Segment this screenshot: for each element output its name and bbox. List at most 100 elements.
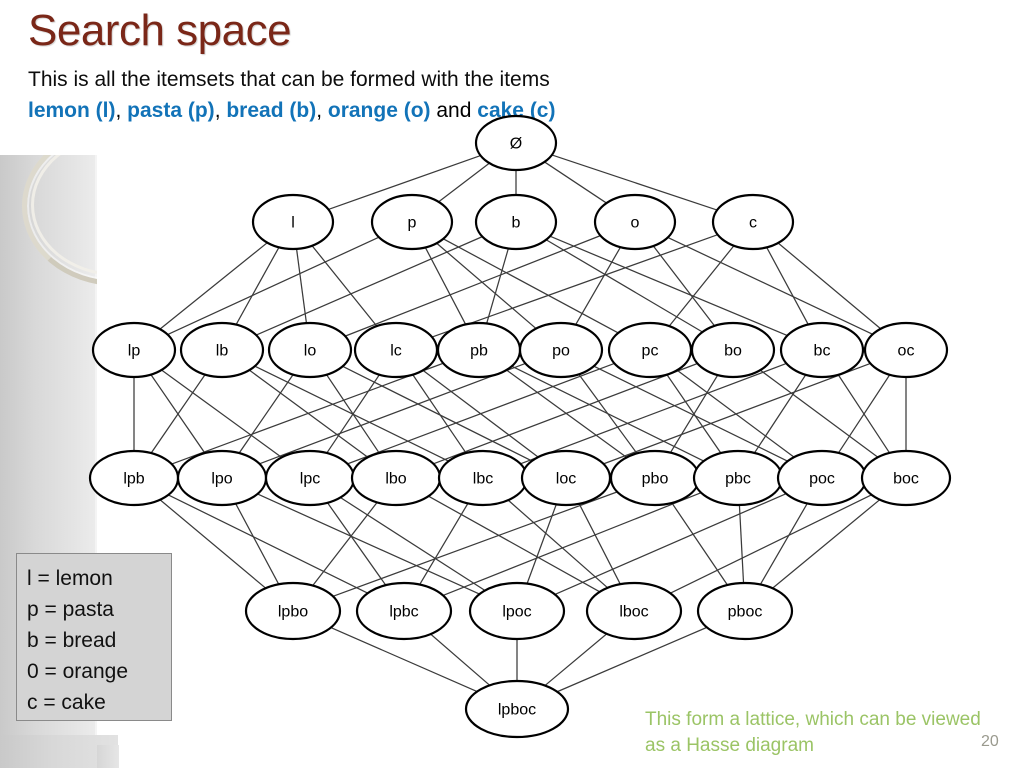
lattice-edge bbox=[257, 493, 480, 595]
node-label: pboc bbox=[728, 604, 763, 621]
footer-note-line-1: This form a lattice, which can be viewed bbox=[645, 709, 981, 730]
lattice-edge bbox=[159, 242, 268, 330]
node-label: lbc bbox=[473, 471, 493, 488]
lattice-edge bbox=[433, 362, 698, 465]
lattice-edge bbox=[254, 365, 449, 462]
node-label: Ø bbox=[510, 136, 522, 153]
lattice-edge bbox=[578, 373, 638, 454]
lattice-edge bbox=[578, 503, 621, 585]
legend-row: p = pasta bbox=[27, 598, 114, 621]
page-number: 20 bbox=[981, 733, 999, 750]
legend-row: c = cake bbox=[27, 691, 106, 714]
lattice-edge bbox=[520, 362, 787, 465]
node-label: l bbox=[291, 215, 295, 232]
lattice-node-lbc: lbc bbox=[437, 449, 529, 507]
lattice-node-oc: oc bbox=[863, 321, 949, 379]
node-label: loc bbox=[556, 471, 576, 488]
lattice-node-lpo: lpo bbox=[176, 449, 268, 507]
node-label: lp bbox=[128, 343, 141, 360]
lattice-edge bbox=[326, 502, 387, 586]
node-label: lpoc bbox=[502, 604, 531, 621]
lattice-edge bbox=[419, 503, 469, 585]
node-label: pc bbox=[642, 343, 659, 360]
legend-row: l = lemon bbox=[27, 567, 113, 590]
node-label: p bbox=[408, 215, 417, 232]
node-label: lpc bbox=[300, 471, 320, 488]
lattice-edge bbox=[167, 236, 380, 336]
lattice-node-empty: Ø bbox=[474, 114, 558, 172]
lattice-edge bbox=[772, 499, 881, 589]
lattice-edge bbox=[442, 238, 619, 334]
lattice-node-pbc: pbc bbox=[692, 449, 784, 507]
footer-note: This form a lattice, which can be viewed… bbox=[645, 707, 1020, 759]
lattice-node-lpc: lpc bbox=[264, 449, 356, 507]
node-label: lb bbox=[216, 343, 229, 360]
node-label: pbo bbox=[642, 471, 669, 488]
lattice-edge bbox=[486, 248, 509, 324]
legend-row: 0 = orange bbox=[27, 660, 129, 683]
node-label: o bbox=[631, 215, 640, 232]
lattice-edge bbox=[347, 362, 615, 465]
lattice-edge bbox=[428, 495, 601, 593]
legend-row: b = bread bbox=[27, 629, 117, 652]
node-label: lbo bbox=[385, 471, 406, 488]
node-label: oc bbox=[898, 343, 915, 360]
node-label: bc bbox=[814, 343, 831, 360]
footer-note-line-2: as a Hasse diagram bbox=[645, 735, 814, 756]
lattice-edge bbox=[554, 493, 787, 596]
lattice-node-lp: lp bbox=[91, 321, 177, 379]
lattice-edge bbox=[549, 235, 788, 337]
lattice-edge bbox=[777, 242, 882, 330]
lattice-edge bbox=[235, 503, 280, 585]
lattice-edge bbox=[332, 491, 618, 597]
lattice-node-lpbc: lpbc bbox=[355, 581, 453, 641]
node-label: lpbc bbox=[389, 604, 418, 621]
lattice-node-pbo: pbo bbox=[609, 449, 701, 507]
lattice-edge bbox=[545, 239, 703, 333]
lattice-edge bbox=[603, 362, 871, 465]
node-label: boc bbox=[893, 471, 919, 488]
lattice-edge bbox=[667, 236, 873, 335]
slide: Search space This is all the itemsets th… bbox=[0, 0, 1024, 768]
node-label: pb bbox=[470, 343, 488, 360]
lattice-edge bbox=[652, 245, 716, 327]
lattice-edge bbox=[168, 494, 369, 594]
lattice-edge bbox=[671, 502, 728, 586]
lattice-node-lpoc: lpoc bbox=[468, 581, 566, 641]
lattice-node-bo: bo bbox=[690, 321, 776, 379]
lattice-edge bbox=[344, 235, 601, 337]
lattice-edge bbox=[668, 245, 735, 327]
node-label: po bbox=[552, 343, 570, 360]
lattice-node-pb: pb bbox=[436, 321, 522, 379]
lattice-edge bbox=[255, 236, 483, 336]
node-label: c bbox=[749, 215, 757, 232]
lattice-edge bbox=[161, 369, 282, 458]
lattice-node-lbo: lbo bbox=[350, 449, 442, 507]
node-label: lboc bbox=[619, 604, 648, 621]
lattice-edge bbox=[259, 362, 526, 465]
lattice-node-bc: bc bbox=[779, 321, 865, 379]
lattice-node-po: po bbox=[518, 321, 604, 379]
lattice-edge bbox=[738, 504, 745, 584]
node-label: poc bbox=[809, 471, 835, 488]
node-label: lc bbox=[390, 343, 402, 360]
node-label: lpboc bbox=[498, 702, 536, 719]
lattice-node-c: c bbox=[711, 193, 795, 251]
lattice-node-lc: lc bbox=[353, 321, 439, 379]
lattice-edge bbox=[238, 374, 294, 454]
node-label: b bbox=[512, 215, 521, 232]
lattice-edge bbox=[575, 246, 622, 326]
lattice-node-p: p bbox=[370, 193, 454, 251]
lattice-edge bbox=[753, 374, 807, 454]
lattice-node-pc: pc bbox=[607, 321, 693, 379]
node-label: lo bbox=[304, 343, 317, 360]
lattice-node-lpbo: lpbo bbox=[244, 581, 342, 641]
lattice-edge bbox=[669, 374, 719, 454]
lattice-node-poc: poc bbox=[776, 449, 868, 507]
lattice-edge bbox=[544, 161, 607, 204]
lattice-node-lpb: lpb bbox=[88, 449, 180, 507]
legend-box: l = lemon p = pasta b = bread 0 = orange… bbox=[16, 553, 172, 721]
lattice-edge bbox=[670, 494, 872, 594]
lattice-edge bbox=[171, 362, 444, 465]
lattice-node-lpboc: lpboc bbox=[464, 679, 570, 739]
